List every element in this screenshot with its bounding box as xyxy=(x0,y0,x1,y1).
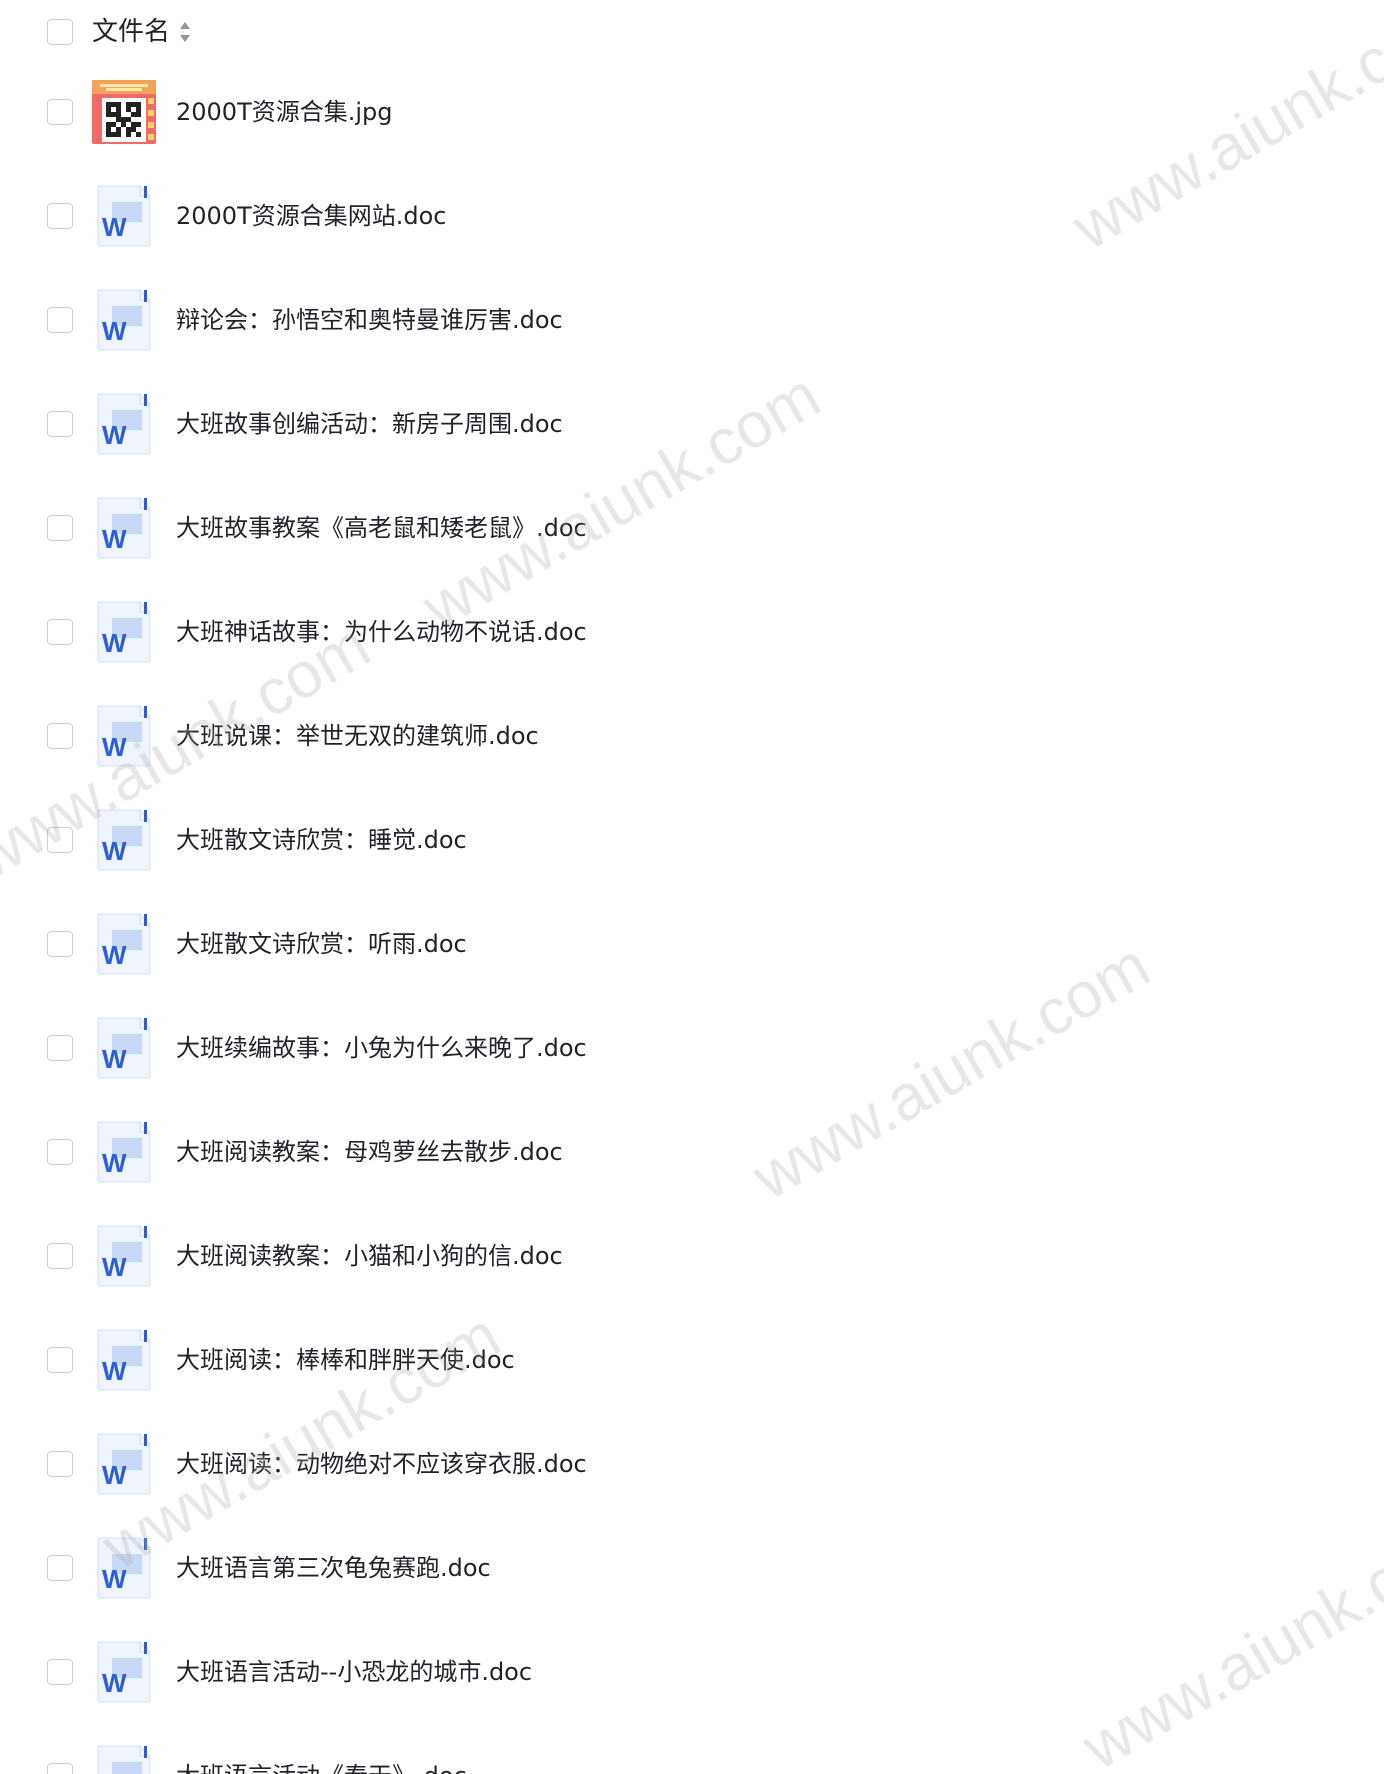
svg-text:W: W xyxy=(102,628,127,658)
column-header-filename[interactable]: 文件名 xyxy=(92,14,170,50)
word-doc-icon: W xyxy=(97,705,151,767)
file-name[interactable]: 大班故事创编活动：新房子周围.doc xyxy=(176,406,563,442)
file-name[interactable]: 大班阅读教案：小猫和小狗的信.doc xyxy=(176,1238,563,1274)
word-doc-icon: W xyxy=(97,1641,151,1703)
file-row[interactable]: W 大班语言第三次龟兔赛跑.doc xyxy=(0,1516,1384,1620)
file-row[interactable]: 2000T资源合集.jpg xyxy=(0,60,1384,164)
file-row[interactable]: W 大班阅读：棒棒和胖胖天使.doc xyxy=(0,1308,1384,1412)
file-row[interactable]: W 大班语言活动--小恐龙的城市.doc xyxy=(0,1620,1384,1724)
file-name[interactable]: 大班语言活动--小恐龙的城市.doc xyxy=(176,1654,532,1690)
file-checkbox[interactable] xyxy=(47,1243,73,1269)
file-checkbox[interactable] xyxy=(47,99,73,125)
file-name[interactable]: 大班语言第三次龟兔赛跑.doc xyxy=(176,1550,491,1586)
svg-text:W: W xyxy=(102,316,127,346)
file-row[interactable]: W 大班阅读教案：小猫和小狗的信.doc xyxy=(0,1204,1384,1308)
file-checkbox[interactable] xyxy=(47,1347,73,1373)
word-doc-icon: W xyxy=(97,1121,151,1183)
file-row[interactable]: W 大班续编故事：小兔为什么来晚了.doc xyxy=(0,996,1384,1100)
file-list-header: 文件名 xyxy=(0,0,1384,64)
file-row[interactable]: W 大班阅读：动物绝对不应该穿衣服.doc xyxy=(0,1412,1384,1516)
file-row[interactable]: W 大班说课：举世无双的建筑师.doc xyxy=(0,684,1384,788)
file-name[interactable]: 大班阅读教案：母鸡萝丝去散步.doc xyxy=(176,1134,563,1170)
file-checkbox[interactable] xyxy=(47,1139,73,1165)
file-checkbox[interactable] xyxy=(47,1035,73,1061)
file-row[interactable]: W 大班散文诗欣赏：睡觉.doc xyxy=(0,788,1384,892)
svg-text:W: W xyxy=(102,1668,127,1698)
select-all-checkbox[interactable] xyxy=(47,19,73,45)
file-name[interactable]: 大班神话故事：为什么动物不说话.doc xyxy=(176,614,587,650)
word-doc-icon: W xyxy=(97,1017,151,1079)
file-row[interactable]: W 大班神话故事：为什么动物不说话.doc xyxy=(0,580,1384,684)
file-checkbox[interactable] xyxy=(47,1555,73,1581)
word-doc-icon: W xyxy=(97,497,151,559)
file-name[interactable]: 大班续编故事：小兔为什么来晚了.doc xyxy=(176,1030,587,1066)
file-checkbox[interactable] xyxy=(47,203,73,229)
svg-text:W: W xyxy=(102,212,127,242)
file-checkbox[interactable] xyxy=(47,931,73,957)
svg-text:W: W xyxy=(102,420,127,450)
svg-text:W: W xyxy=(102,1564,127,1594)
word-doc-icon: W xyxy=(97,601,151,663)
word-doc-icon: W xyxy=(97,913,151,975)
file-checkbox[interactable] xyxy=(47,1763,73,1774)
word-doc-icon: W xyxy=(97,1329,151,1391)
word-doc-icon: W xyxy=(97,1537,151,1599)
svg-text:W: W xyxy=(102,1356,127,1386)
word-doc-icon: W xyxy=(97,1745,151,1774)
file-name[interactable]: 大班阅读：棒棒和胖胖天使.doc xyxy=(176,1342,515,1378)
file-checkbox[interactable] xyxy=(47,827,73,853)
image-thumbnail-icon xyxy=(92,80,156,144)
svg-text:W: W xyxy=(102,1044,127,1074)
file-name[interactable]: 大班散文诗欣赏：听雨.doc xyxy=(176,926,467,962)
file-name[interactable]: 大班故事教案《高老鼠和矮老鼠》.doc xyxy=(176,510,587,546)
file-name[interactable]: 大班阅读：动物绝对不应该穿衣服.doc xyxy=(176,1446,587,1482)
file-row[interactable]: W 大班故事创编活动：新房子周围.doc xyxy=(0,372,1384,476)
word-doc-icon: W xyxy=(97,1433,151,1495)
file-name[interactable]: 辩论会：孙悟空和奥特曼谁厉害.doc xyxy=(176,302,563,338)
file-checkbox[interactable] xyxy=(47,515,73,541)
file-checkbox[interactable] xyxy=(47,307,73,333)
file-row[interactable]: W 大班散文诗欣赏：听雨.doc xyxy=(0,892,1384,996)
file-name[interactable]: 2000T资源合集网站.doc xyxy=(176,198,446,234)
file-checkbox[interactable] xyxy=(47,619,73,645)
file-list-page: 文件名 2000T资源合集.jpg W 2000T资源合集网站.doc W 辩论… xyxy=(0,0,1384,1774)
svg-text:W: W xyxy=(102,1460,127,1490)
file-name[interactable]: 2000T资源合集.jpg xyxy=(176,94,393,130)
file-checkbox[interactable] xyxy=(47,1451,73,1477)
svg-text:W: W xyxy=(102,1148,127,1178)
file-row[interactable]: W 辩论会：孙悟空和奥特曼谁厉害.doc xyxy=(0,268,1384,372)
svg-text:W: W xyxy=(102,940,127,970)
file-row[interactable]: W 大班语言活动《春天》.doc xyxy=(0,1724,1384,1774)
svg-text:W: W xyxy=(102,836,127,866)
sort-icon[interactable] xyxy=(178,20,192,44)
svg-text:W: W xyxy=(102,524,127,554)
file-row[interactable]: W 大班阅读教案：母鸡萝丝去散步.doc xyxy=(0,1100,1384,1204)
word-doc-icon: W xyxy=(97,185,151,247)
file-row[interactable]: W 大班故事教案《高老鼠和矮老鼠》.doc xyxy=(0,476,1384,580)
word-doc-icon: W xyxy=(97,289,151,351)
file-row[interactable]: W 2000T资源合集网站.doc xyxy=(0,164,1384,268)
file-checkbox[interactable] xyxy=(47,723,73,749)
word-doc-icon: W xyxy=(97,809,151,871)
file-checkbox[interactable] xyxy=(47,411,73,437)
svg-text:W: W xyxy=(102,732,127,762)
file-name[interactable]: 大班语言活动《春天》.doc xyxy=(176,1758,467,1774)
word-doc-icon: W xyxy=(97,1225,151,1287)
svg-text:W: W xyxy=(102,1252,127,1282)
file-name[interactable]: 大班说课：举世无双的建筑师.doc xyxy=(176,718,539,754)
file-checkbox[interactable] xyxy=(47,1659,73,1685)
word-doc-icon: W xyxy=(97,393,151,455)
file-name[interactable]: 大班散文诗欣赏：睡觉.doc xyxy=(176,822,467,858)
